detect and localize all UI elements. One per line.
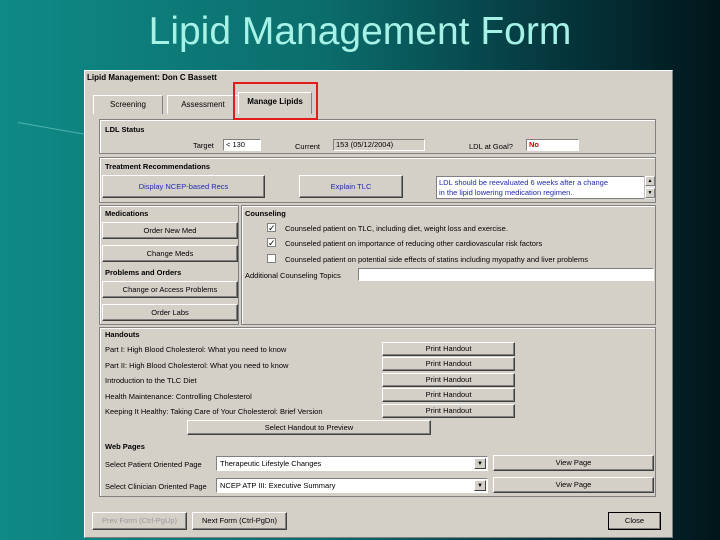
next-form-button[interactable]: Next Form (Ctrl-PgDn) (192, 512, 287, 530)
patient-page-value: Therapeutic Lifestyle Changes (220, 459, 322, 468)
tab-assessment[interactable]: Assessment (167, 95, 239, 114)
clinician-page-label: Select Clinician Oriented Page (105, 482, 207, 491)
window-title: Lipid Management: Don C Bassett (87, 73, 217, 82)
print-handout-button-2[interactable]: Print Handout (382, 357, 515, 371)
counsel-risk-checkbox[interactable]: ✓ (267, 238, 276, 248)
patient-page-label: Select Patient Oriented Page (105, 460, 202, 469)
ldl-status-title: LDL Status (105, 125, 145, 134)
problems-orders-title: Problems and Orders (105, 268, 182, 277)
target-value-field: < 130 (223, 139, 261, 151)
treatment-note-box: LDL should be reevaluated 6 weeks after … (436, 176, 646, 199)
current-value-field: 153 (05/12/2004) (333, 139, 425, 151)
web-pages-title: Web Pages (105, 442, 145, 451)
order-new-med-button[interactable]: Order New Med (102, 222, 238, 239)
note-line-2: in the lipid lowering medication regimen… (439, 188, 573, 197)
manage-lipids-highlight-box (233, 82, 318, 120)
print-handout-button-1[interactable]: Print Handout (382, 342, 515, 356)
change-access-problems-button[interactable]: Change or Access Problems (102, 281, 238, 298)
counsel-tlc-label: Counseled patient on TLC, including diet… (285, 224, 508, 233)
ldl-goal-label: LDL at Goal? (469, 142, 513, 151)
view-clinician-page-button[interactable]: View Page (493, 477, 654, 493)
decorative-line (17, 122, 88, 136)
counsel-statins-checkbox[interactable] (267, 254, 276, 263)
medications-title: Medications (105, 209, 149, 218)
tab-screening[interactable]: Screening (93, 95, 163, 114)
slide-title: Lipid Management Form (148, 10, 572, 53)
select-handout-preview-button[interactable]: Select Handout to Preview (187, 420, 431, 435)
close-button[interactable]: Close (608, 512, 661, 530)
additional-counseling-input[interactable] (358, 268, 654, 281)
target-label: Target (193, 141, 214, 150)
treatment-title: Treatment Recommendations (105, 162, 211, 171)
ldl-goal-value-field: No (526, 139, 579, 151)
patient-page-select[interactable]: Therapeutic Lifestyle Changes ▼ (216, 456, 488, 471)
current-label: Current (295, 142, 321, 151)
prev-form-button[interactable]: Prev Form (Ctrl-PgUp) (92, 512, 187, 530)
lipid-management-window: Lipid Management: Don C Bassett Screenin… (84, 70, 673, 538)
note-line-1: LDL should be reevaluated 6 weeks after … (439, 178, 609, 187)
handout-label-3: Introduction to the TLC Diet (105, 376, 197, 385)
change-meds-button[interactable]: Change Meds (102, 245, 238, 262)
note-scrollbar[interactable]: ▲ ▼ (644, 176, 655, 199)
counsel-risk-label: Counseled patient on importance of reduc… (285, 239, 543, 248)
counsel-tlc-checkbox[interactable]: ✓ (267, 223, 276, 233)
counseling-title: Counseling (245, 209, 286, 218)
display-ncep-recs-button[interactable]: Display NCEP-based Recs (102, 175, 265, 198)
handout-label-2: Part II: High Blood Cholesterol: What yo… (105, 361, 289, 370)
handout-label-4: Health Maintenance: Controlling Choleste… (105, 392, 252, 401)
scroll-down-icon[interactable]: ▼ (645, 188, 655, 198)
print-handout-button-4[interactable]: Print Handout (382, 388, 515, 402)
scroll-up-icon[interactable]: ▲ (645, 176, 655, 186)
counsel-statins-label: Counseled patient on potential side effe… (285, 255, 588, 264)
chevron-down-icon[interactable]: ▼ (474, 480, 486, 491)
chevron-down-icon[interactable]: ▼ (474, 458, 486, 469)
clinician-page-value: NCEP ATP III: Executive Summary (220, 481, 336, 490)
handout-label-5: Keeping It Healthy: Taking Care of Your … (105, 407, 323, 416)
additional-counseling-label: Additional Counseling Topics (245, 271, 341, 280)
view-patient-page-button[interactable]: View Page (493, 455, 654, 471)
explain-tlc-button[interactable]: Explain TLC (299, 175, 403, 198)
clinician-page-select[interactable]: NCEP ATP III: Executive Summary ▼ (216, 478, 488, 493)
print-handout-button-3[interactable]: Print Handout (382, 373, 515, 387)
order-labs-button[interactable]: Order Labs (102, 304, 238, 321)
print-handout-button-5[interactable]: Print Handout (382, 404, 515, 418)
counseling-panel (241, 205, 656, 325)
handouts-title: Handouts (105, 330, 140, 339)
handout-label-1: Part I: High Blood Cholesterol: What you… (105, 345, 287, 354)
